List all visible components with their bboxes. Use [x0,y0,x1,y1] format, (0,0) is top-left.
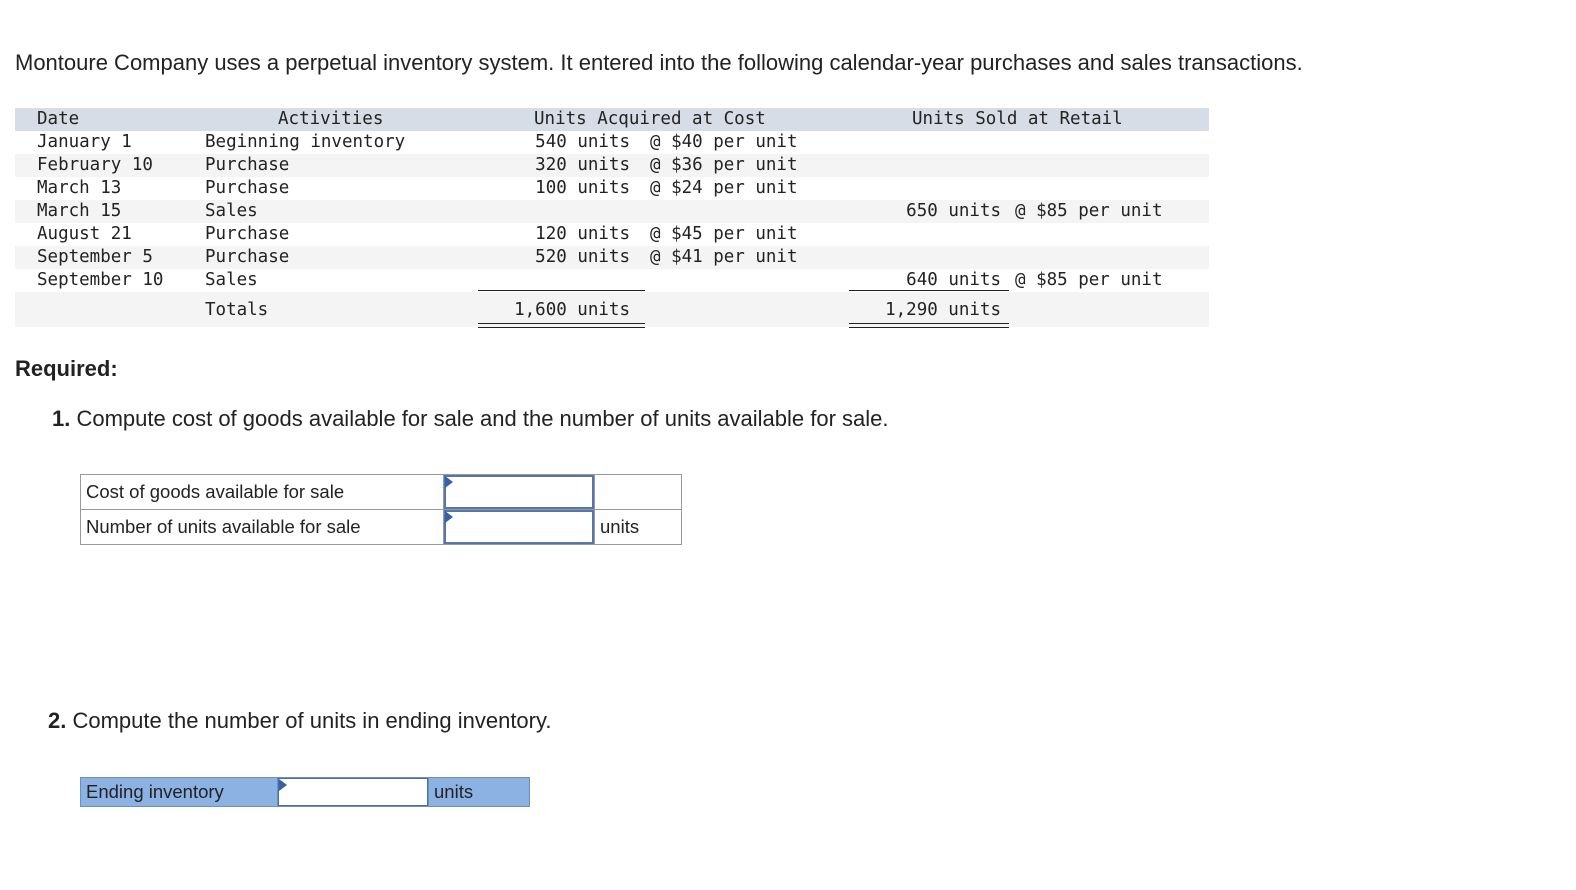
question-1-number: 1. [52,406,71,431]
header-units-acquired: Units Acquired at Cost [534,109,766,129]
intro-text: Montoure Company uses a perpetual invent… [15,50,1303,75]
answer-input-cell [277,777,429,807]
question-2-text: Compute the number of units in ending in… [72,708,552,733]
table-row: March 15 Sales 650 units @ $85 per unit [15,200,1209,223]
row-activity: Beginning inventory [205,132,406,152]
row-acquired-units: 520 units [535,247,630,267]
answer-unit: units [594,509,682,545]
row-acquired-units: 320 units [535,155,630,175]
totals-acquired-units: 1,600 units [514,300,630,320]
acquired-double-underline [478,323,645,328]
answer-table-1: Cost of goods available for sale Number … [80,474,682,545]
ending-inventory-input[interactable] [278,778,428,806]
answer-label: Cost of goods available for sale [80,474,444,510]
table-row: January 1 Beginning inventory 540 units … [15,131,1209,154]
row-date: February 10 [37,155,153,175]
row-acquired-price: @ $40 per unit [650,132,798,152]
answer-row-units-available: Number of units available for sale units [80,509,682,545]
answer-row-cost-of-goods: Cost of goods available for sale [80,474,682,510]
row-activity: Purchase [205,178,290,198]
row-activity: Sales [205,201,258,221]
transactions-table: Date Activities Units Acquired at Cost U… [15,108,1209,328]
table-row: September 5 Purchase 520 units @ $41 per… [15,246,1209,269]
row-date: August 21 [37,224,132,244]
row-activity: Purchase [205,155,290,175]
totals-sold-units: 1,290 units [885,300,1001,320]
row-acquired-price: @ $24 per unit [650,178,798,198]
answer-unit [594,474,682,510]
answer-table-2: Ending inventory units [80,777,530,807]
answer-input-cell [443,474,595,510]
sold-total-rule [849,290,1009,291]
row-date: January 1 [37,132,132,152]
header-date: Date [37,109,80,129]
input-flag-icon [445,511,453,523]
question-2-number: 2. [48,708,67,733]
row-date: March 13 [37,178,122,198]
row-date: September 5 [37,247,153,267]
table-row: August 21 Purchase 120 units @ $45 per u… [15,223,1209,246]
answer-unit: units [428,777,530,807]
answer-input-cell [443,509,595,545]
sold-double-underline [849,323,1009,328]
question-1-text: Compute cost of goods available for sale… [76,406,889,431]
row-date: March 15 [37,201,122,221]
row-acquired-price: @ $41 per unit [650,247,798,267]
answer-label: Number of units available for sale [80,509,444,545]
answer-label: Ending inventory [80,777,278,807]
row-acquired-units: 120 units [535,224,630,244]
row-date: September 10 [37,270,164,290]
input-flag-icon [279,779,287,791]
input-flag-icon [445,476,453,488]
answer-row-ending-inventory: Ending inventory units [80,777,530,807]
totals-label: Totals [205,300,269,320]
row-acquired-units: 100 units [535,178,630,198]
header-units-sold: Units Sold at Retail [912,109,1123,129]
header-activities: Activities [278,109,384,129]
acquired-total-rule [478,290,645,291]
table-row: March 13 Purchase 100 units @ $24 per un… [15,177,1209,200]
units-available-input[interactable] [444,510,594,544]
row-activity: Sales [205,270,258,290]
row-acquired-price: @ $45 per unit [650,224,798,244]
table-row: September 10 Sales 640 units @ $85 per u… [15,269,1209,292]
table-header-row: Date Activities Units Acquired at Cost U… [15,108,1209,131]
row-acquired-units: 540 units [535,132,630,152]
question-1: 1. Compute cost of goods available for s… [52,406,889,432]
row-activity: Purchase [205,224,290,244]
row-sold-units: 650 units [906,201,1001,221]
cost-of-goods-input[interactable] [444,475,594,509]
table-row: February 10 Purchase 320 units @ $36 per… [15,154,1209,177]
row-acquired-price: @ $36 per unit [650,155,798,175]
row-sold-units: 640 units [906,270,1001,290]
row-activity: Purchase [205,247,290,267]
question-2: 2. Compute the number of units in ending… [48,708,551,734]
required-heading: Required: [15,356,118,381]
totals-row: Totals 1,600 units 1,290 units [15,292,1209,327]
row-sold-price: @ $85 per unit [1015,270,1163,290]
row-sold-price: @ $85 per unit [1015,201,1163,221]
